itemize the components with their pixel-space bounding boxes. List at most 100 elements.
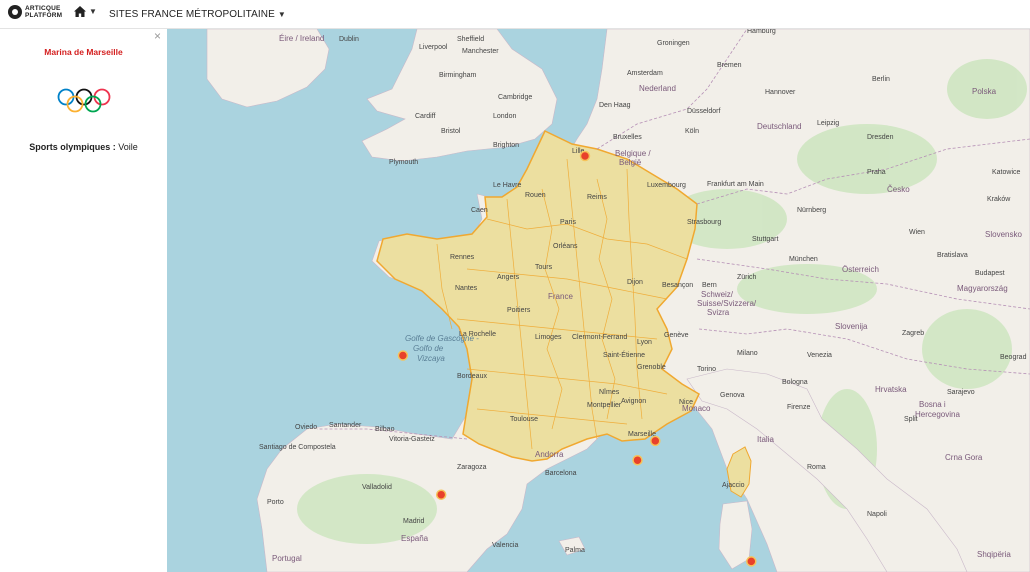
city-label: Madrid bbox=[403, 518, 425, 525]
city-label: Valencia bbox=[492, 542, 518, 549]
city-label: Venezia bbox=[807, 352, 832, 359]
city-label: Grenoble bbox=[637, 364, 666, 371]
city-label: Bologna bbox=[782, 379, 808, 386]
city-label: Dublin bbox=[339, 36, 359, 43]
site-marker-saint-tienne[interactable] bbox=[632, 454, 643, 466]
city-label: London bbox=[493, 113, 516, 120]
city-label: München bbox=[789, 256, 818, 263]
city-label: Berlin bbox=[872, 76, 890, 83]
city-label: Brighton bbox=[493, 142, 519, 149]
site-marker-lille[interactable] bbox=[579, 150, 591, 162]
articque-logo-mark bbox=[8, 5, 22, 19]
city-label: Bristol bbox=[441, 128, 461, 135]
country-label: Svizra bbox=[707, 308, 730, 317]
country-label: Bosna i bbox=[919, 400, 946, 409]
sites-menu-dropdown[interactable]: SITES FRANCE MÉTROPOLITAINE ▼ bbox=[109, 9, 286, 20]
country-label: Suisse/Svizzera/ bbox=[697, 299, 757, 308]
country-label: Hercegovina bbox=[915, 410, 960, 419]
city-label: Porto bbox=[267, 499, 284, 506]
city-label: Cambridge bbox=[498, 94, 532, 101]
sport-info: Sports olympiques : Voile bbox=[0, 142, 167, 152]
city-label: Genève bbox=[664, 332, 689, 339]
city-label: Caen bbox=[471, 207, 488, 214]
olympic-rings-logo bbox=[57, 88, 111, 113]
city-label: Leipzig bbox=[817, 120, 839, 127]
city-label: Frankfurt am Main bbox=[707, 181, 764, 188]
site-marker-bordeaux[interactable] bbox=[435, 489, 447, 500]
city-label: Düsseldorf bbox=[687, 108, 721, 115]
city-label: Zagreb bbox=[902, 330, 924, 337]
city-label: La Rochelle bbox=[459, 331, 496, 338]
city-label: Plymouth bbox=[389, 159, 418, 166]
site-info-panel: × Marina de Marseille Sports olympiques … bbox=[0, 29, 167, 572]
city-label: Le Havre bbox=[493, 182, 522, 189]
country-label: Schweiz/ bbox=[701, 290, 734, 299]
city-label: Clermont-Ferrand bbox=[572, 334, 627, 341]
country-label: België bbox=[619, 158, 642, 167]
home-menu-button[interactable]: ▼ bbox=[74, 6, 97, 17]
city-label: Kraków bbox=[987, 196, 1011, 203]
city-label: Toulouse bbox=[510, 416, 538, 423]
city-label: Barcelona bbox=[545, 470, 577, 477]
sport-value: Voile bbox=[118, 142, 138, 152]
city-label: Santiago de Compostela bbox=[259, 444, 336, 451]
city-label: Paris bbox=[560, 219, 576, 226]
country-label: Italia bbox=[757, 435, 774, 444]
city-label: Dresden bbox=[867, 134, 894, 141]
top-navbar: ARTICQUE PLATFORM ▼ SITES FRANCE MÉTROPO… bbox=[0, 0, 1030, 29]
map-canvas[interactable]: Golfe de Gascogne - Golfo de Vizcaya Éir… bbox=[167, 29, 1030, 572]
city-label: Nice bbox=[679, 399, 693, 406]
city-label: Palma bbox=[565, 547, 585, 554]
country-label: Andorra bbox=[535, 450, 564, 459]
city-label: Lyon bbox=[637, 339, 652, 346]
city-label: Sheffield bbox=[457, 36, 484, 43]
city-label: Zaragoza bbox=[457, 464, 487, 471]
city-label: Nürnberg bbox=[797, 207, 826, 214]
city-label: Genova bbox=[720, 392, 745, 399]
city-label: Reims bbox=[587, 194, 607, 201]
site-title: Marina de Marseille bbox=[44, 47, 123, 57]
city-label: Nantes bbox=[455, 285, 478, 292]
country-label: Magyarország bbox=[957, 284, 1008, 293]
articque-logo[interactable]: ARTICQUE PLATFORM bbox=[8, 5, 62, 19]
country-label: Slovenija bbox=[835, 322, 868, 331]
close-icon[interactable]: × bbox=[154, 29, 161, 43]
home-icon bbox=[74, 6, 86, 17]
chevron-down-icon: ▼ bbox=[89, 7, 97, 16]
map-view[interactable]: Golfe de Gascogne - Golfo de Vizcaya Éir… bbox=[167, 29, 1030, 572]
site-marker-lyon[interactable] bbox=[650, 435, 661, 447]
site-marker-nantes[interactable] bbox=[397, 350, 409, 361]
city-label: Zürich bbox=[737, 274, 757, 281]
city-label: Bordeaux bbox=[457, 373, 487, 380]
city-label: Köln bbox=[685, 128, 699, 135]
city-label: Rennes bbox=[450, 254, 475, 261]
city-label: Manchester bbox=[462, 48, 499, 55]
country-label: Shqipëria bbox=[977, 550, 1011, 559]
city-label: Groningen bbox=[657, 40, 690, 47]
logo-text: ARTICQUE PLATFORM bbox=[25, 5, 62, 19]
city-label: Bern bbox=[702, 282, 717, 289]
city-label: Torino bbox=[697, 366, 716, 373]
city-label: Den Haag bbox=[599, 102, 631, 109]
country-label: Slovensko bbox=[985, 230, 1022, 239]
city-label: Strasbourg bbox=[687, 219, 721, 226]
city-label: Beograd bbox=[1000, 354, 1027, 361]
chevron-down-icon: ▼ bbox=[277, 10, 286, 19]
city-label: Bratislava bbox=[937, 252, 968, 259]
city-label: Bremen bbox=[717, 62, 742, 69]
city-label: Dijon bbox=[627, 279, 643, 286]
country-label: Nederland bbox=[639, 84, 676, 93]
city-label: Ajaccio bbox=[722, 482, 745, 489]
country-label: Hrvatska bbox=[875, 385, 907, 394]
city-label: Tours bbox=[535, 264, 553, 271]
country-label: Belgique / bbox=[615, 149, 651, 158]
city-label: Firenze bbox=[787, 404, 810, 411]
city-label: Milano bbox=[737, 350, 758, 357]
logo-line1: ARTICQUE bbox=[25, 5, 61, 12]
city-label: Split bbox=[904, 416, 918, 423]
city-label: Nîmes bbox=[599, 389, 620, 396]
country-label: Österreich bbox=[842, 265, 879, 274]
site-marker-nice[interactable] bbox=[746, 556, 757, 567]
city-label: Liverpool bbox=[419, 44, 448, 51]
sea-label-vizcaya2: Vizcaya bbox=[417, 354, 445, 363]
